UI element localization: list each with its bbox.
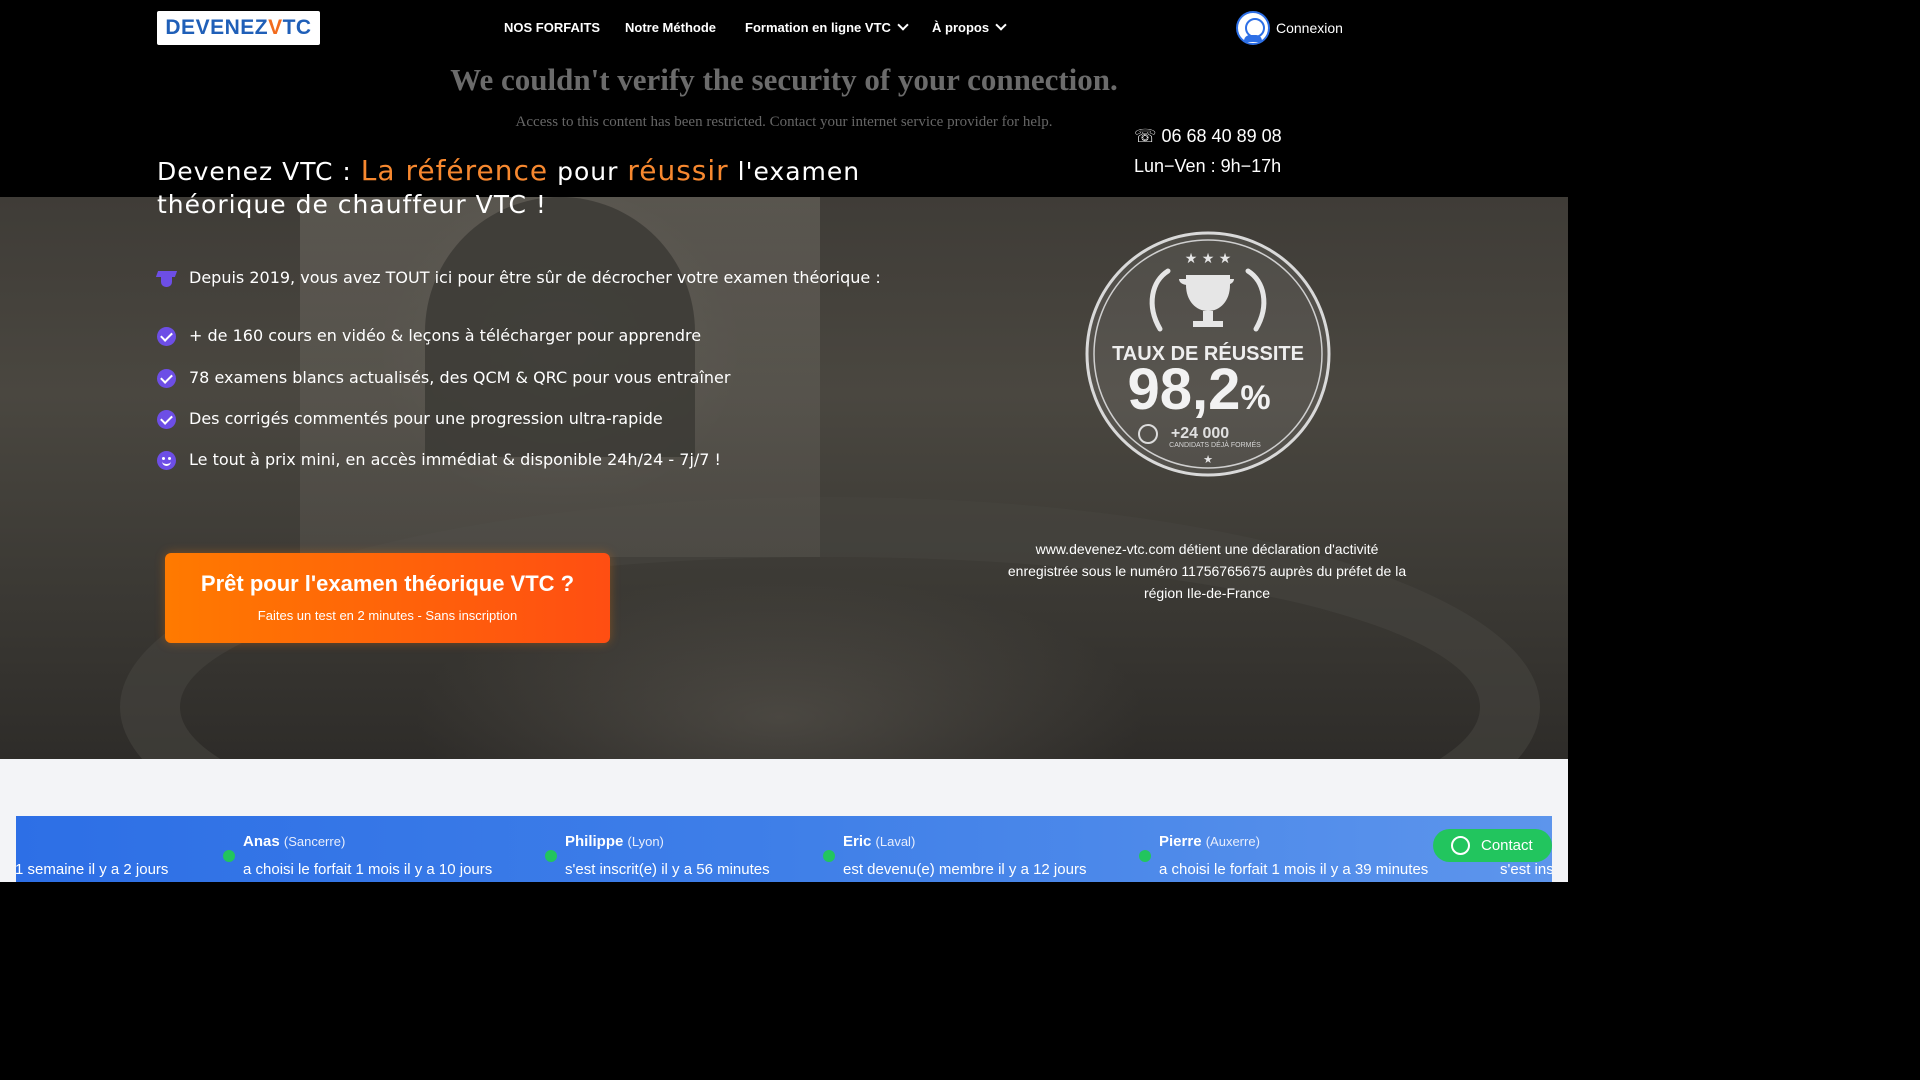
cta-subtitle: Faites un test en 2 minutes - Sans inscr… [257, 608, 518, 623]
hero-headline: Devenez VTC : La référence pour réussir … [157, 154, 917, 221]
ticker-action: est devenu(e) membre il y a 12 jours [843, 861, 1087, 878]
svg-text:★ ★ ★: ★ ★ ★ [1185, 251, 1232, 267]
activity-declaration: www.devenez-vtc.com détient une déclarat… [1007, 541, 1407, 601]
ticker-city: (Laval) [875, 834, 916, 849]
whatsapp-icon [1451, 836, 1470, 855]
security-notice-title: We couldn't verify the security of your … [450, 62, 1118, 97]
ticker-city: (Auxerre) [1205, 834, 1260, 849]
graduate-icon [157, 269, 176, 288]
ticker-action: s'est inscrit(e) il y a 56 minutes [565, 861, 770, 878]
logo-text-2: V [268, 16, 283, 39]
nav-item-label: À propos [932, 20, 990, 35]
security-notice-message: Access to this content has been restrict… [515, 114, 1053, 130]
feature-text: Le tout à prix mini, en accès immédiat &… [189, 450, 721, 469]
ticker-name: Eric [843, 833, 872, 850]
ticker-action: s'est ins [1500, 861, 1552, 878]
online-dot-icon [223, 850, 235, 862]
check-circle-icon [157, 410, 176, 429]
user-avatar-icon[interactable] [1236, 11, 1270, 45]
ticker-action: a choisi le forfait 1 mois il y a 10 jou… [243, 861, 493, 878]
nav-item-label: Notre Méthode [625, 20, 716, 35]
feature-text: + de 160 cours en vidéo & leçons à téléc… [189, 326, 702, 345]
chevron-down-icon [995, 19, 1007, 31]
ticker-action: 1 semaine il y a 2 jours [16, 861, 169, 878]
login-link[interactable]: Connexion [1276, 20, 1343, 36]
svg-text:★: ★ [1203, 453, 1213, 466]
ticker-name: Anas [243, 833, 280, 850]
badge-candidates-label: CANDIDATS DÉJÀ FORMÉS [1169, 440, 1261, 449]
ticker-city: (Sancerre) [283, 834, 346, 849]
ticker-city: (Lyon) [627, 834, 664, 849]
cta-title: Prêt pour l'examen théorique VTC ? [200, 571, 575, 596]
contact-button-label: Contact [1481, 837, 1533, 854]
nav-item-methode[interactable]: Notre Méthode [625, 20, 716, 35]
site-logo[interactable]: DEVENEZ V TC [157, 11, 320, 45]
check-circle-icon [157, 327, 176, 346]
online-dot-icon [1139, 850, 1151, 862]
chevron-down-icon [897, 19, 909, 31]
nav-item-apropos[interactable]: À propos [932, 19, 1007, 35]
logo-text-1: DEVENEZ [165, 16, 269, 39]
nav-item-label: NOS FORFAITS [504, 20, 601, 35]
exam-test-cta-button[interactable]: Prêt pour l'examen théorique VTC ? Faite… [165, 553, 610, 643]
logo-text-3: TC [282, 16, 312, 39]
headline-highlight-2: réussir [627, 154, 729, 187]
phone-number[interactable]: ☏ 06 68 40 89 08 [1134, 126, 1282, 147]
success-rate-badge: ★ ★ ★ ★ TAUX DE RÉUSSITE 98,2% +24 000 C… [1085, 231, 1331, 477]
ticker-name: Philippe [565, 833, 624, 850]
nav-item-label: Formation en ligne VTC [745, 20, 891, 35]
online-dot-icon [545, 850, 557, 862]
feature-text: Des corrigés commentés pour une progress… [189, 409, 663, 428]
badge-rate: 98,2 [1127, 357, 1240, 422]
headline-highlight-1: La référence [360, 154, 549, 187]
opening-hours: Lun−Ven : 9h−17h [1134, 156, 1282, 176]
online-dot-icon [823, 850, 835, 862]
nav-item-formation[interactable]: Formation en ligne VTC [745, 19, 909, 35]
badge-candidates: +24 000 [1171, 425, 1229, 442]
check-circle-icon [157, 369, 176, 388]
headline-part-1: Devenez VTC : [157, 157, 361, 186]
activity-ticker: 1 semaine il y a 2 jours Anas (Sancerre)… [16, 816, 1552, 882]
ticker-name: Pierre [1159, 833, 1202, 850]
ticker-action: a choisi le forfait 1 mois il y a 39 min… [1159, 861, 1429, 878]
whatsapp-contact-button[interactable]: Contact [1433, 829, 1552, 862]
nav-item-forfaits[interactable]: NOS FORFAITS [504, 20, 600, 35]
feature-text: 78 examens blancs actualisés, des QCM & … [189, 368, 731, 387]
headline-part-2: pour [548, 157, 628, 186]
smile-icon [157, 451, 176, 470]
badge-rate-unit: % [1240, 379, 1270, 417]
intro-text: Depuis 2019, vous avez TOUT ici pour êtr… [189, 268, 881, 287]
